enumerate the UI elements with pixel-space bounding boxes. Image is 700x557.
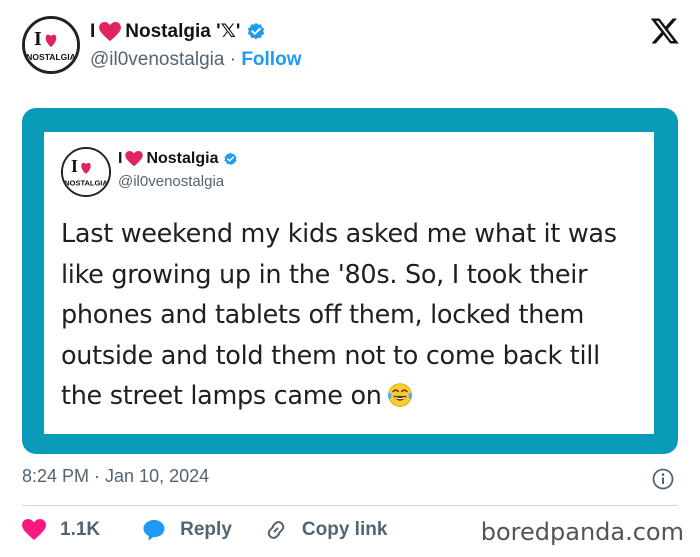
tweet-text-line: outside and told them not to come back t… — [61, 340, 600, 371]
embedded-heart-icon — [125, 151, 144, 167]
reply-button[interactable]: Reply — [142, 518, 232, 542]
watermark: boredpanda.com — [480, 518, 684, 546]
reply-label: Reply — [180, 519, 232, 540]
embedded-name-prefix: I — [118, 150, 123, 167]
tears-of-joy-emoji-icon — [387, 383, 412, 407]
embedded-author-handle: @il0venostalgia — [118, 173, 225, 190]
embedded-avatar-word: NOSTALGIA — [64, 178, 108, 187]
tweet-media-image[interactable]: I NOSTALGIA I Nostalgia @il0venostalgia … — [22, 108, 678, 454]
tweet-text-line: Last weekend my kids asked me what it wa… — [61, 219, 617, 249]
embedded-avatar-letter: I — [71, 156, 78, 176]
tweet-actions: 1.1K Reply Copy link — [22, 515, 387, 545]
link-icon — [267, 521, 285, 539]
tweet-timestamp[interactable]: 8:24 PM · Jan 10, 2024 — [22, 466, 209, 487]
embedded-tweet-card: I NOSTALGIA I Nostalgia @il0venostalgia … — [44, 132, 654, 434]
author-name[interactable]: I Nostalgia '𝕏' — [90, 20, 266, 43]
like-count: 1.1K — [60, 519, 101, 540]
embedded-verified-badge-icon — [224, 152, 238, 165]
heart-icon — [22, 519, 46, 540]
author-avatar[interactable]: I NOSTALGIA — [22, 16, 80, 74]
author-name-suffix: Nostalgia '𝕏' — [125, 21, 241, 42]
tweet-text-line: like growing up in the '80s. So, I took … — [61, 259, 588, 290]
tweet-text-line: phones and tablets off them, locked them — [61, 300, 585, 330]
author-handle[interactable]: @il0venostalgia — [90, 49, 224, 70]
verified-badge-icon — [248, 22, 265, 39]
tweet-text-last-line: the street lamps came on — [61, 376, 651, 417]
heart-icon — [99, 21, 122, 41]
divider — [22, 505, 678, 506]
embedded-name-suffix: Nostalgia — [146, 150, 219, 167]
tweet-text-line: the street lamps came on — [61, 381, 382, 411]
author-name-prefix: I — [90, 20, 96, 42]
copy-link-label: Copy link — [301, 519, 388, 540]
speech-bubble-icon — [143, 520, 165, 541]
follow-button[interactable]: Follow — [241, 49, 301, 70]
x-logo-icon[interactable] — [650, 16, 680, 46]
embedded-author-name: I Nostalgia — [118, 150, 238, 168]
author-handle-row: @il0venostalgia · Follow — [90, 49, 301, 71]
embedded-tweet-text: Last weekend my kids asked me what it wa… — [61, 214, 651, 417]
avatar-letter: I — [34, 28, 42, 50]
info-icon[interactable] — [651, 467, 675, 491]
handle-separator: · — [229, 49, 237, 70]
like-button[interactable]: 1.1K — [22, 519, 100, 541]
copy-link-button[interactable]: Copy link — [264, 518, 388, 542]
avatar-word: NOSTALGIA — [26, 52, 75, 62]
tweet-header: I NOSTALGIA I Nostalgia '𝕏' @il0venostal… — [22, 14, 682, 76]
embedded-author-avatar: I NOSTALGIA — [61, 147, 111, 197]
